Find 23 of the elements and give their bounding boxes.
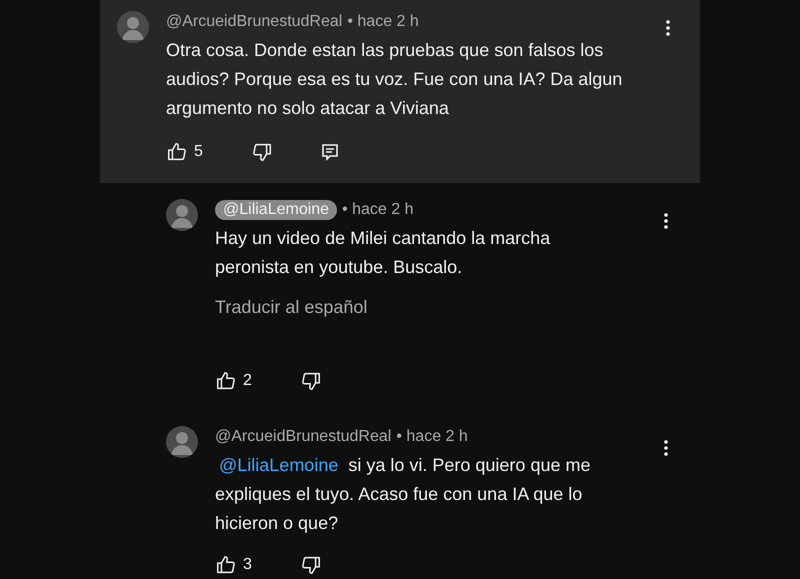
author-name[interactable]: @ArcueidBrunestudReal xyxy=(166,13,342,31)
more-options-button[interactable] xyxy=(666,20,670,39)
reply-button[interactable] xyxy=(320,143,339,161)
avatar[interactable] xyxy=(166,426,198,458)
dislike-button[interactable] xyxy=(250,141,273,163)
like-button[interactable]: 3 xyxy=(215,554,252,576)
comment-time: • hace 2 h xyxy=(396,428,468,446)
comment-text: @LiliaLemoine si ya lo vi. Pero quiero que me expliques el tuyo. Acaso fue con una IA que lo hicieron o que? xyxy=(215,454,592,535)
like-button[interactable]: 5 xyxy=(166,141,203,163)
like-button[interactable]: 2 xyxy=(215,370,252,392)
mention-link[interactable]: @LiliaLemoine xyxy=(219,455,338,475)
avatar[interactable] xyxy=(117,11,149,43)
comment-time: • hace 2 h xyxy=(342,201,414,219)
avatar[interactable] xyxy=(166,199,198,231)
dislike-button[interactable] xyxy=(300,554,322,576)
comment-text: Hay un video de Milei cantando la marcha peronista en youtube. Buscalo. xyxy=(215,227,552,279)
more-options-button[interactable] xyxy=(664,213,668,232)
more-options-button[interactable] xyxy=(664,440,668,459)
comment-time: • hace 2 h xyxy=(347,13,419,31)
comment-text: Otra cosa. Donde estan las pruebas que son falsos los audios? Porque esa es tu voz. Fue con una IA? Da algun argumento no solo atacar a Viviana xyxy=(166,39,624,120)
author-name[interactable]: @ArcueidBrunestudReal xyxy=(215,428,392,446)
dislike-button[interactable] xyxy=(300,370,322,392)
translate-link[interactable]: Traducir al español xyxy=(215,297,368,318)
